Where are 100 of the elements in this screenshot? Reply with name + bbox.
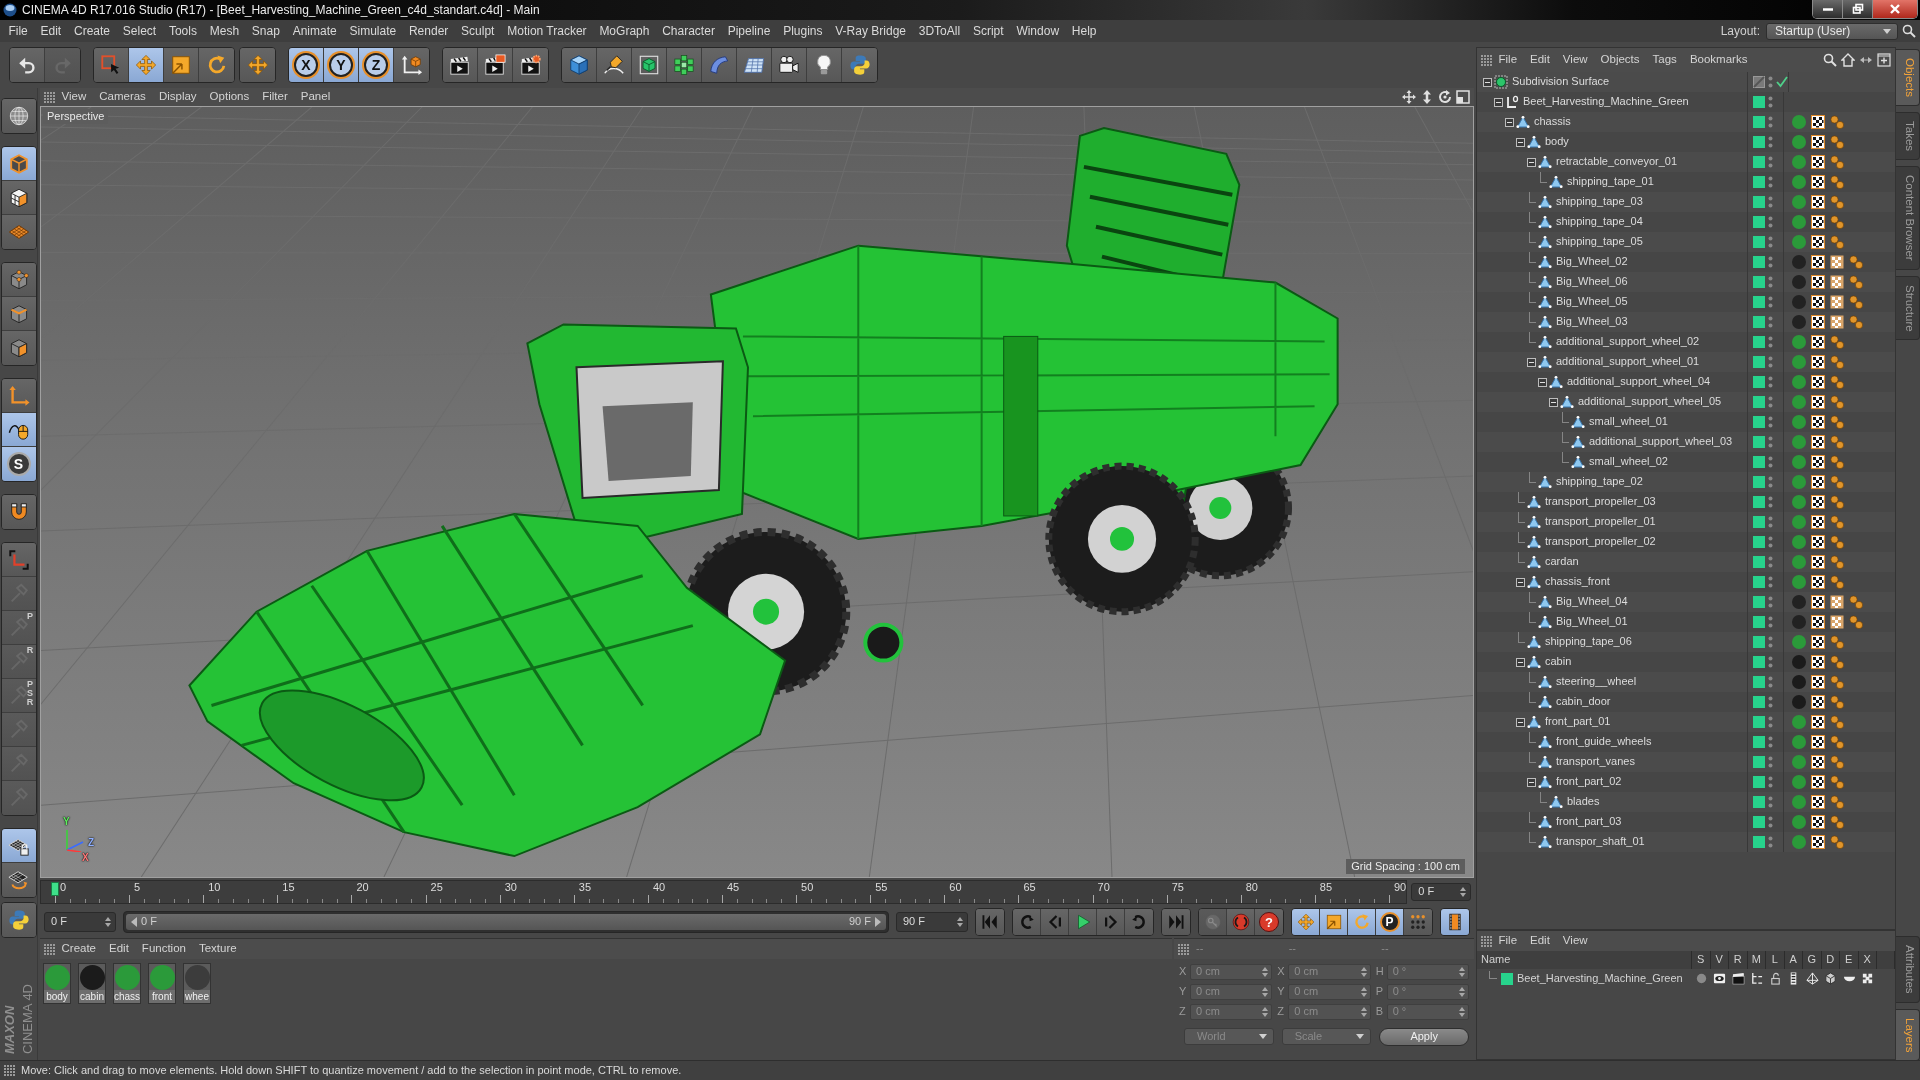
layer-color-swatch[interactable] — [1753, 456, 1765, 468]
material-sphere-icon[interactable] — [1792, 415, 1806, 429]
layer-color-swatch[interactable] — [1753, 476, 1765, 488]
slashed-square-icon[interactable] — [1753, 76, 1765, 88]
visibility-dots-icon[interactable] — [1768, 316, 1773, 328]
checker-tile-icon[interactable] — [1811, 295, 1825, 309]
collapse-icon[interactable] — [1516, 657, 1525, 667]
move-button[interactable] — [129, 48, 164, 82]
search-icon[interactable] — [1902, 24, 1916, 38]
object-name[interactable]: body — [1545, 135, 1569, 149]
material-sphere-icon[interactable] — [1792, 635, 1806, 649]
blocky-cross-icon[interactable] — [1861, 972, 1875, 985]
menu-item[interactable]: View — [55, 90, 93, 104]
coordinate-system-button[interactable] — [394, 48, 429, 82]
two-spheres-icon[interactable] — [1830, 735, 1844, 749]
layer-color-swatch[interactable] — [1753, 496, 1765, 508]
checker-tile-icon[interactable] — [1811, 335, 1825, 349]
checker-tile-icon[interactable] — [1811, 115, 1825, 129]
object-name[interactable]: transport_vanes — [1556, 755, 1635, 769]
menu-item[interactable]: Motion Tracker — [500, 23, 593, 39]
two-spheres-icon[interactable] — [1830, 355, 1844, 369]
object-name[interactable]: Beet_Harvesting_Machine_Green — [1523, 95, 1689, 109]
selection-tool-button[interactable] — [94, 48, 129, 82]
visibility-dots-icon[interactable] — [1768, 456, 1773, 468]
two-spheres-icon[interactable] — [1830, 795, 1844, 809]
column-header[interactable]: S — [1692, 951, 1711, 969]
two-spheres-icon[interactable] — [1830, 155, 1844, 169]
object-name[interactable]: cabin_door — [1556, 695, 1611, 709]
y-axis-button[interactable]: Y — [324, 48, 359, 82]
visibility-dots-icon[interactable] — [1768, 596, 1773, 608]
material-sphere-icon[interactable] — [1792, 575, 1806, 589]
material-sphere-icon[interactable] — [1792, 495, 1806, 509]
checker-tile-icon[interactable] — [1811, 435, 1825, 449]
menu-item[interactable]: Script — [966, 23, 1010, 39]
panel-tab[interactable]: Takes — [1896, 112, 1920, 161]
object-name[interactable]: Subdivision Surface — [1512, 75, 1610, 89]
checker-tile-icon[interactable] — [1811, 635, 1825, 649]
object-name[interactable]: front_part_01 — [1545, 715, 1611, 729]
checker-tile-icon[interactable] — [1811, 495, 1825, 509]
material-sphere-icon[interactable] — [1792, 515, 1806, 529]
visibility-dots-icon[interactable] — [1768, 216, 1773, 228]
menu-item[interactable]: Filter — [255, 90, 295, 104]
solo-button[interactable]: S — [1, 447, 36, 481]
collapse-icon[interactable] — [1516, 577, 1525, 587]
checker-tile-icon[interactable] — [1811, 155, 1825, 169]
dot-icon[interactable] — [1694, 972, 1708, 985]
layer-color-swatch[interactable] — [1753, 156, 1765, 168]
render-picture-viewer-button[interactable] — [478, 48, 513, 82]
menu-item[interactable]: Panel — [294, 90, 337, 104]
pyramid-icon[interactable] — [1805, 972, 1819, 985]
visibility-dots-icon[interactable] — [1768, 196, 1773, 208]
two-spheres-icon[interactable] — [1849, 315, 1863, 329]
object-name[interactable]: shipping_tape_03 — [1556, 195, 1643, 209]
menu-item[interactable]: Create — [67, 23, 117, 39]
object-name[interactable]: additional_support_wheel_02 — [1556, 335, 1700, 349]
two-spheres-icon[interactable] — [1830, 635, 1844, 649]
visibility-dots-icon[interactable] — [1768, 96, 1773, 108]
play-button[interactable] — [1069, 909, 1097, 935]
python-button[interactable] — [842, 48, 877, 82]
object-name[interactable]: shipping_tape_04 — [1556, 215, 1643, 229]
object-name[interactable]: shipping_tape_01 — [1567, 175, 1654, 189]
visibility-dots-icon[interactable] — [1768, 116, 1773, 128]
visibility-dots-icon[interactable] — [1768, 176, 1773, 188]
layer-color-swatch[interactable] — [1753, 356, 1765, 368]
menu-item[interactable]: Edit — [34, 23, 68, 39]
patterned-tile-icon[interactable] — [1830, 595, 1844, 609]
shaded-cube-icon[interactable] — [1824, 972, 1838, 985]
layer-color-swatch[interactable] — [1753, 236, 1765, 248]
menu-item[interactable]: Function — [135, 942, 193, 956]
eye-icon[interactable] — [1713, 972, 1727, 985]
visibility-dots-icon[interactable] — [1768, 276, 1773, 288]
viewport-background[interactable]: Perspective Grid Spacing : 100 cm Y Z X — [40, 106, 1474, 878]
visibility-dots-icon[interactable] — [1768, 736, 1773, 748]
visibility-dots-icon[interactable] — [1768, 516, 1773, 528]
object-name[interactable]: Big_Wheel_04 — [1556, 595, 1628, 609]
visibility-dots-icon[interactable] — [1768, 576, 1773, 588]
menu-item[interactable]: Pipeline — [721, 23, 777, 39]
go-to-start-button[interactable] — [976, 909, 1004, 935]
checker-tile-icon[interactable] — [1811, 175, 1825, 189]
two-spheres-icon[interactable] — [1830, 375, 1844, 389]
autokey-button[interactable] — [1227, 909, 1255, 935]
patterned-tile-icon[interactable] — [1830, 255, 1844, 269]
menu-item[interactable]: File — [2, 23, 35, 39]
menu-item[interactable]: File — [1492, 934, 1524, 948]
panel-tab[interactable]: Structure — [1896, 275, 1920, 341]
layer-color-swatch[interactable] — [1753, 516, 1765, 528]
collapse-icon[interactable] — [1527, 777, 1536, 787]
layer-color-swatch[interactable] — [1753, 616, 1765, 628]
two-spheres-icon[interactable] — [1830, 235, 1844, 249]
layer-color-swatch[interactable] — [1753, 576, 1765, 588]
object-name[interactable]: Big_Wheel_03 — [1556, 315, 1628, 329]
layer-color-swatch[interactable] — [1501, 972, 1513, 985]
checker-tile-icon[interactable] — [1811, 395, 1825, 409]
object-name[interactable]: Big_Wheel_01 — [1556, 615, 1628, 629]
menu-item[interactable]: Cameras — [92, 90, 153, 104]
start-frame-field[interactable]: 0 F — [44, 912, 116, 932]
checker-tile-icon[interactable] — [1811, 215, 1825, 229]
object-name[interactable]: shipping_tape_05 — [1556, 235, 1643, 249]
panel-tab[interactable]: Objects — [1896, 49, 1920, 106]
object-name[interactable]: transport_propeller_03 — [1545, 495, 1656, 509]
